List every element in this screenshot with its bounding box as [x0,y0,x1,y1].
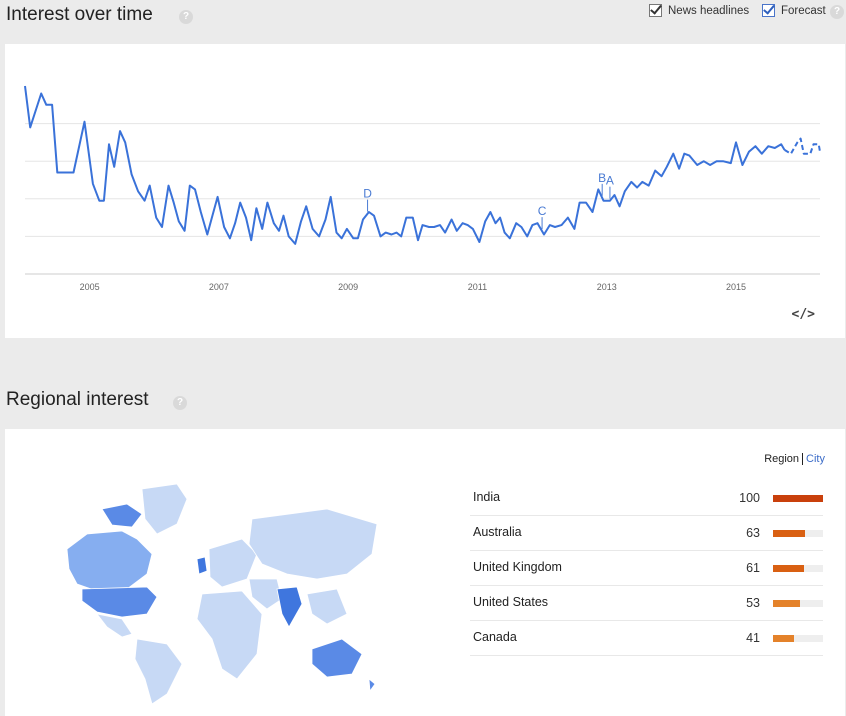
map-region-united-kingdom [196,556,208,575]
region-bar-track [773,495,823,502]
forecast-series-line[interactable] [783,137,821,155]
region-bar [773,565,804,572]
region-value: 53 [746,596,760,610]
map-region-mexico [96,613,133,638]
region-bar-track [773,600,823,607]
map-region-southeast-asia [306,588,348,625]
region-name: Canada [473,630,517,644]
news-marker-label[interactable]: C [538,204,547,218]
region-row[interactable]: United States 53 [470,586,823,621]
forecast-checkbox[interactable] [762,4,775,17]
region-value: 61 [746,561,760,575]
map-region-south-america [134,638,183,705]
news-headlines-label: News headlines [668,4,750,17]
region-bar-track [773,530,823,537]
region-name: India [473,490,501,504]
region-name: United States [473,595,549,609]
forecast-label: Forecast [781,4,826,17]
map-region-united-states [81,586,158,618]
map-region-arctic-islands [101,503,143,528]
map-region-india [276,586,303,628]
region-toggle-region[interactable]: Region [764,453,804,465]
x-tick-label: 2011 [468,282,487,292]
interest-title: Interest over time [6,4,153,25]
region-row[interactable]: United Kingdom 61 [470,551,823,586]
region-value: 100 [739,491,760,505]
map-region-australia [311,638,363,678]
news-headlines-toggle[interactable]: News headlines [649,4,749,17]
region-bar [773,635,794,642]
region-bar-track [773,565,823,572]
forecast-toggle[interactable]: Forecast [762,4,826,17]
map-region-new-zealand [368,678,376,693]
embed-code-icon[interactable]: </> [792,307,815,322]
x-tick-label: 2015 [726,282,746,292]
map-region-asia [248,508,378,580]
news-headlines-checkbox[interactable] [649,4,662,17]
region-value: 63 [746,526,760,540]
region-list: India 100 Australia 63 United Kingdom 61 Unite… [470,481,823,656]
interest-chart-panel: 2005 2007 2009 2011 2013 2015 D C B A </> [5,44,845,338]
region-row[interactable]: Australia 63 [470,516,823,551]
region-value: 41 [746,631,760,645]
region-row[interactable]: Canada 41 [470,621,823,656]
region-row[interactable]: India 100 [470,481,823,516]
world-map[interactable] [27,479,387,709]
region-bar-track [773,635,823,642]
map-region-canada [66,530,153,592]
region-city-toggle: Region City [764,453,825,465]
map-region-greenland [141,483,188,535]
region-name: Australia [473,525,522,539]
map-region-africa [196,590,263,680]
regional-help-icon[interactable]: ? [173,396,187,410]
region-bar [773,495,823,502]
region-name: United Kingdom [473,560,562,574]
x-tick-label: 2009 [338,282,358,292]
news-marker-label[interactable]: A [606,174,614,188]
help-icon[interactable]: ? [179,10,193,24]
forecast-help-icon[interactable]: ? [830,5,844,19]
interest-series-line[interactable] [24,85,786,245]
x-tick-label: 2013 [597,282,617,292]
interest-line-chart: 2005 2007 2009 2011 2013 2015DCB A [24,85,821,292]
regional-title: Regional interest [6,389,149,410]
x-tick-label: 2007 [209,282,229,292]
x-tick-label: 2005 [80,282,100,292]
region-toggle-city[interactable]: City [803,453,825,465]
region-bar [773,530,805,537]
news-marker-label[interactable]: D [363,187,372,201]
regional-panel: Region City India 100 Australia 63 United Kin… [5,429,845,716]
region-bar [773,600,800,607]
